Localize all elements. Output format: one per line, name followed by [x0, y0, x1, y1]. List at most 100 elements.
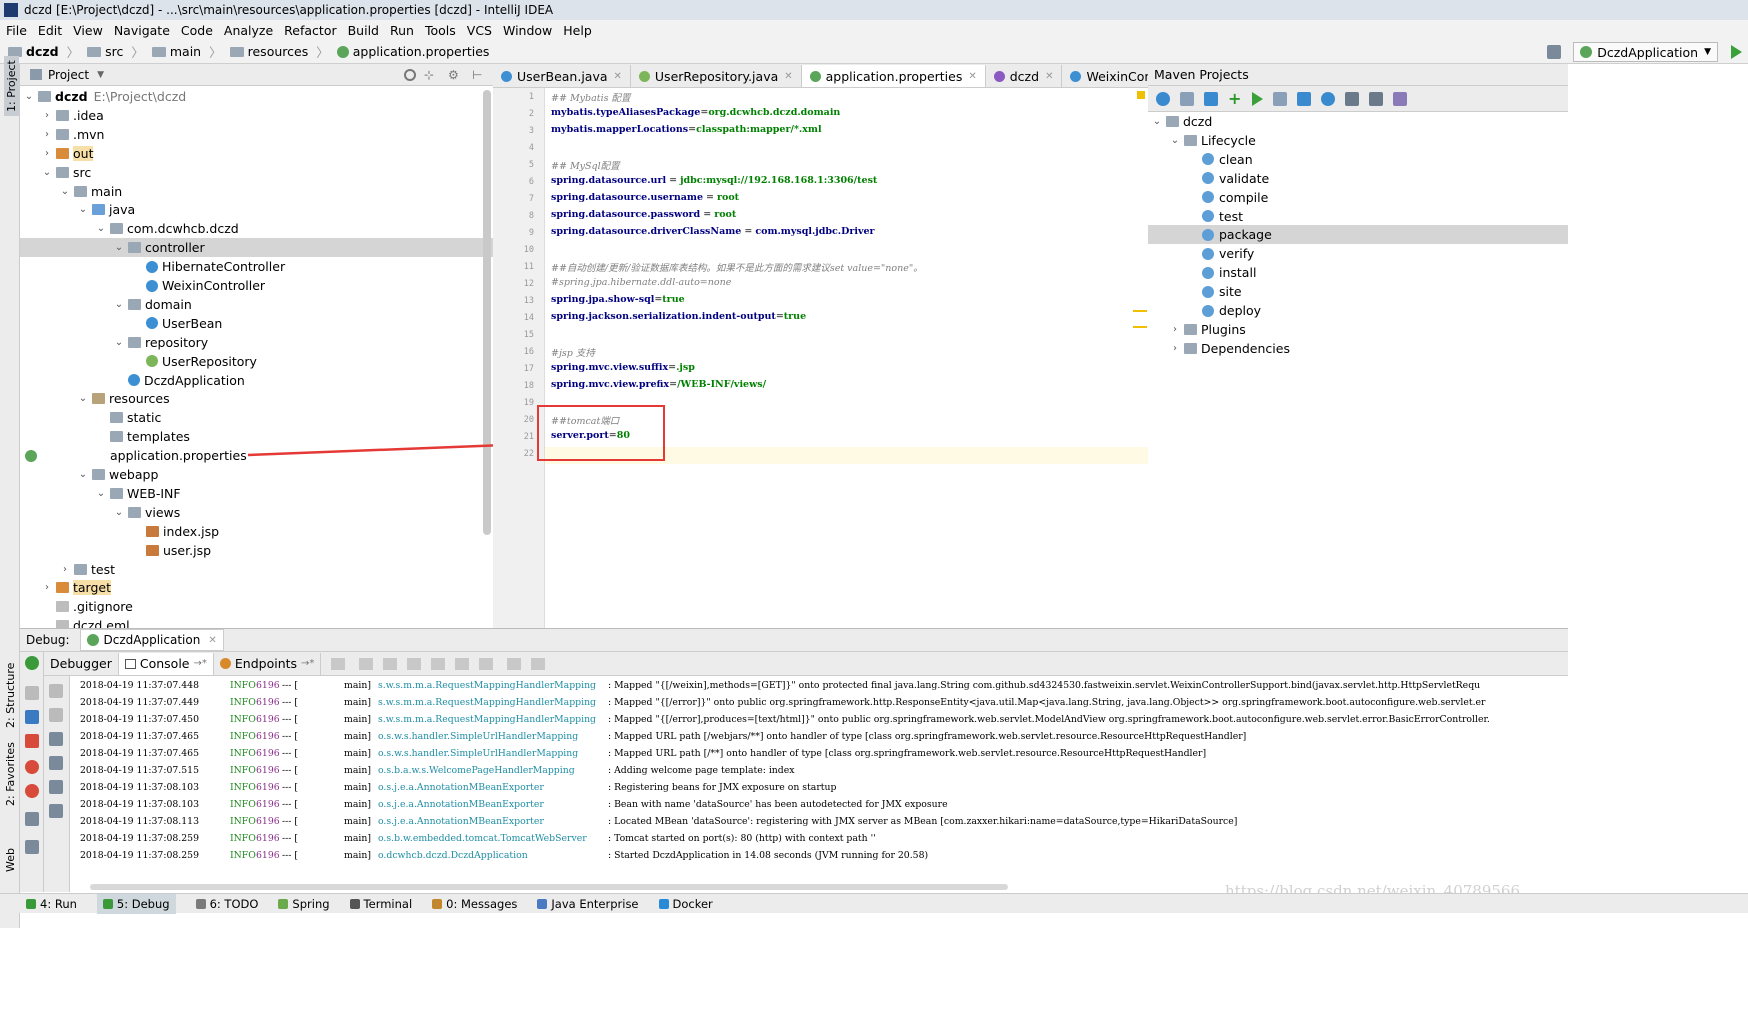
- step-into-icon[interactable]: [383, 657, 398, 670]
- run-maven-icon[interactable]: [1252, 91, 1263, 106]
- log-line: 2018-04-19 11:37:08.103 INFO6196 --- [main…: [80, 782, 836, 793]
- close-icon[interactable]: ✕: [208, 635, 216, 646]
- maven-tree-node[interactable]: test: [1148, 207, 1568, 226]
- debug-panel-header: Debug: DczdApplication ✕: [20, 628, 1568, 652]
- show-dependencies-icon[interactable]: [1345, 91, 1359, 106]
- editor-tab[interactable]: UserRepository.java ✕: [631, 65, 802, 87]
- line-number: 21: [523, 432, 534, 442]
- tool-window-icon: [195, 898, 206, 909]
- view-breakpoints-icon[interactable]: [25, 760, 39, 774]
- generate-sources-icon[interactable]: [1180, 91, 1194, 106]
- toggle-offline-icon[interactable]: [1273, 91, 1287, 106]
- maven-tree-node[interactable]: verify: [1148, 244, 1568, 263]
- tool-window-button[interactable]: Docker: [658, 897, 713, 911]
- skip-tests-icon[interactable]: [1297, 91, 1311, 106]
- tool-window-icon: [102, 898, 113, 909]
- tool-window-button[interactable]: Terminal: [349, 896, 413, 911]
- trace-icon[interactable]: [531, 657, 546, 670]
- maven-tree-node[interactable]: deploy: [1148, 301, 1568, 320]
- line-number: 22: [523, 449, 534, 459]
- layout-icon[interactable]: [25, 840, 39, 854]
- log-field: : Mapped "{[/error],produces=[text/html]…: [608, 714, 1490, 725]
- code-editor[interactable]: ## Mybatis 配置 mybatis.typeAliasesPackage=…: [545, 88, 1148, 628]
- maven-tree-node[interactable]: › Plugins: [1148, 320, 1568, 339]
- endpoints-icon: [219, 658, 231, 669]
- maven-module-icon: [1166, 116, 1179, 127]
- line-number: 7: [528, 194, 534, 204]
- step-out-icon[interactable]: [431, 657, 446, 670]
- line-number: 18: [523, 381, 534, 391]
- lightning-icon[interactable]: [1321, 91, 1335, 106]
- log-field: --- [: [282, 748, 299, 759]
- maven-tree-node[interactable]: clean: [1148, 150, 1568, 169]
- chevron-down-icon[interactable]: ⌄: [1152, 116, 1162, 127]
- maven-tree-node[interactable]: › Dependencies: [1148, 339, 1568, 358]
- tool-window-button[interactable]: 0: Messages: [432, 897, 517, 911]
- console-output[interactable]: 2018-04-19 11:37:07.448 INFO6196 --- [main…: [70, 676, 1568, 892]
- chevron-down-icon[interactable]: ⌄: [1170, 135, 1180, 146]
- camera-icon[interactable]: [25, 812, 39, 826]
- pause-icon[interactable]: [25, 710, 39, 724]
- tool-window-button[interactable]: Spring: [278, 897, 330, 911]
- log-field: --- [: [282, 782, 299, 793]
- run-to-cursor-icon[interactable]: [479, 657, 494, 670]
- debug-config-tab[interactable]: DczdApplication ✕: [79, 629, 224, 651]
- tool-window-button[interactable]: 5: Debug: [96, 893, 176, 914]
- chevron-right-icon[interactable]: ›: [1170, 324, 1180, 335]
- tab-debugger[interactable]: Debugger: [44, 652, 119, 675]
- step-over-icon[interactable]: [359, 657, 374, 670]
- print-icon[interactable]: [49, 780, 63, 794]
- add-icon[interactable]: +: [1228, 90, 1242, 106]
- log-field: : Mapped URL path [/**] onto handler of …: [608, 748, 1207, 759]
- tab-endpoints[interactable]: Endpoints →*: [214, 652, 322, 675]
- download-icon[interactable]: [1204, 91, 1218, 106]
- close-icon[interactable]: ✕: [614, 71, 622, 82]
- drop-frame-icon[interactable]: [455, 657, 470, 670]
- maven-tree-node[interactable]: package: [1148, 225, 1568, 245]
- maven-tree-node[interactable]: ⌄ Lifecycle: [1148, 131, 1568, 150]
- maven-settings-icon[interactable]: [1393, 91, 1407, 106]
- maven-tree-label: verify: [1219, 246, 1255, 262]
- force-step-into-icon[interactable]: [407, 657, 422, 670]
- debug-config-label: DczdApplication: [103, 633, 201, 647]
- arrow-up-icon[interactable]: [49, 684, 63, 698]
- tool-window-button[interactable]: 4: Run: [26, 897, 77, 911]
- maven-tree-node[interactable]: install: [1148, 263, 1568, 282]
- code-line: spring.datasource.username = root: [551, 192, 739, 203]
- maven-tree-node[interactable]: validate: [1148, 169, 1568, 188]
- log-field: : Located MBean 'dataSource': registerin…: [608, 816, 1238, 827]
- maven-tree-label: site: [1219, 284, 1242, 300]
- tool-window-label: Terminal: [363, 896, 413, 911]
- editor-tab[interactable]: UserBean.java ✕: [493, 65, 631, 87]
- code-line: spring.datasource.driverClassName = com.…: [551, 226, 875, 237]
- rerun-icon[interactable]: [25, 656, 39, 670]
- line-number: 10: [523, 245, 534, 255]
- close-icon[interactable]: ✕: [968, 71, 976, 82]
- evaluate-icon[interactable]: [507, 657, 522, 670]
- arrow-down-icon[interactable]: [49, 708, 63, 722]
- close-icon[interactable]: ✕: [1045, 71, 1053, 82]
- editor-tab[interactable]: application.properties ✕: [801, 65, 986, 87]
- tool-window-button[interactable]: Java Enterprise: [537, 897, 639, 911]
- scroll-to-end-icon[interactable]: [49, 756, 63, 770]
- maven-tree-label: install: [1219, 265, 1257, 281]
- mute-breakpoints-icon[interactable]: [25, 784, 39, 798]
- close-icon[interactable]: ✕: [784, 71, 792, 82]
- code-token: =: [668, 362, 677, 373]
- log-field: 2018-04-19 11:37:07.515: [80, 765, 200, 776]
- tab-console[interactable]: Console →*: [118, 652, 214, 675]
- stop-icon[interactable]: [25, 734, 39, 748]
- collapse-all-icon[interactable]: [1369, 91, 1383, 106]
- console-hscrollbar[interactable]: [90, 884, 1008, 890]
- maven-tree-node[interactable]: site: [1148, 282, 1568, 301]
- maven-tree-node[interactable]: compile: [1148, 188, 1568, 207]
- tool-window-button[interactable]: 6: TODO: [195, 897, 258, 911]
- maven-tree-node[interactable]: ⌄ dczd: [1148, 112, 1568, 131]
- reimport-icon[interactable]: [1156, 91, 1170, 106]
- soft-wrap-icon[interactable]: [49, 732, 63, 746]
- clear-icon[interactable]: [49, 804, 63, 818]
- show-execution-point-icon[interactable]: [331, 657, 346, 670]
- editor-tab[interactable]: dczd ✕: [986, 65, 1063, 87]
- chevron-right-icon[interactable]: ›: [1170, 343, 1180, 354]
- resume-icon[interactable]: [25, 686, 39, 700]
